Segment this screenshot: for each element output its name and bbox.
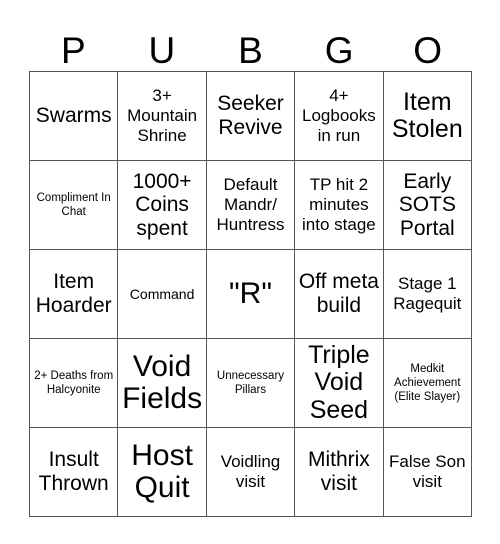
bingo-cell-label: Compliment In Chat (36, 191, 111, 218)
bingo-cell-label: 3+ Mountain Shrine (127, 86, 198, 145)
bingo-cell-label: Stage 1 Ragequit (393, 274, 462, 313)
bingo-cell-r1-c1[interactable]: Swarms (30, 72, 119, 161)
bingo-cell-label: Seeker Revive (217, 92, 284, 139)
header-letter-2: U (148, 30, 176, 71)
bingo-cell-r4-c4[interactable]: Triple Void Seed (295, 339, 384, 428)
bingo-cell-r2-c2[interactable]: 1000+ Coins spent (118, 161, 207, 250)
bingo-cell-r4-c5[interactable]: Medkit Achievement (Elite Slayer) (383, 339, 472, 428)
bingo-cell-label: Mithrix visit (307, 448, 370, 495)
bingo-cell-label: Swarms (35, 104, 112, 128)
header-letter-5: O (413, 30, 443, 71)
bingo-cell-r3-c5[interactable]: Stage 1 Ragequit (383, 250, 472, 339)
bingo-cell-r5-c2[interactable]: Host Quit (118, 428, 207, 517)
bingo-cell-r3-c4[interactable]: Off meta build (295, 250, 384, 339)
bingo-cell-r1-c2[interactable]: 3+ Mountain Shrine (118, 72, 207, 161)
bingo-cell-label: Void Fields (122, 349, 203, 415)
bingo-cell-r3-c1[interactable]: Item Hoarder (30, 250, 119, 339)
bingo-cell-r2-c1[interactable]: Compliment In Chat (30, 161, 119, 250)
bingo-cell-label: Insult Thrown (38, 448, 109, 495)
bingo-cell-r3-c3[interactable]: "R" (206, 250, 296, 339)
bingo-cell-r4-c2[interactable]: Void Fields (118, 339, 207, 428)
bingo-cell-label: Host Quit (131, 438, 193, 504)
bingo-cell-label: Off meta build (298, 270, 379, 317)
bingo-grid: Swarms 3+ Mountain Shrine Seeker Revive 4+ … (29, 71, 472, 517)
bingo-cell-label: "R" (229, 276, 272, 310)
bingo-cell-label: Early SOTS Portal (398, 169, 456, 240)
bingo-cell-label: TP hit 2 minutes into stage (302, 175, 376, 234)
bingo-card: P U B G O Swarms 3+ Mountain Shrine Seeker… (0, 0, 500, 544)
bingo-cell-r5-c4[interactable]: Mithrix visit (295, 428, 384, 517)
bingo-cell-r5-c3[interactable]: Voidling visit (206, 428, 296, 517)
bingo-cell-r5-c5[interactable]: False Son visit (383, 428, 472, 517)
bingo-cell-r3-c2[interactable]: Command (118, 250, 207, 339)
bingo-cell-r4-c3[interactable]: Unnecessary Pillars (206, 339, 296, 428)
bingo-cell-label: 4+ Logbooks in run (302, 86, 376, 145)
header-letter-4: G (324, 30, 354, 71)
bingo-cell-label: Voidling visit (220, 452, 281, 491)
bingo-cell-label: Default Mandr/ Huntress (216, 175, 285, 234)
bingo-cell-label: Item Hoarder (35, 270, 112, 317)
header-letter-1: P (60, 30, 86, 71)
bingo-cell-label: Triple Void Seed (308, 340, 370, 424)
bingo-cell-r4-c1[interactable]: 2+ Deaths from Halcyonite (30, 339, 119, 428)
bingo-cell-r1-c3[interactable]: Seeker Revive (206, 72, 296, 161)
header-letter-3: B (238, 30, 263, 71)
bingo-header-row: P U B G O (29, 22, 472, 71)
bingo-cell-r1-c4[interactable]: 4+ Logbooks in run (295, 72, 384, 161)
bingo-cell-r1-c5[interactable]: Item Stolen (383, 72, 472, 161)
bingo-cell-label: Unnecessary Pillars (216, 369, 285, 396)
bingo-cell-r5-c1[interactable]: Insult Thrown (30, 428, 119, 517)
bingo-cell-label: Item Stolen (391, 87, 463, 143)
bingo-cell-label: Medkit Achievement (Elite Slayer) (394, 362, 461, 403)
bingo-cell-r2-c3[interactable]: Default Mandr/ Huntress (206, 161, 296, 250)
bingo-cell-label: Command (129, 285, 195, 302)
bingo-cell-label: False Son visit (389, 452, 466, 491)
bingo-cell-label: 2+ Deaths from Halcyonite (34, 369, 114, 396)
bingo-cell-r2-c4[interactable]: TP hit 2 minutes into stage (295, 161, 384, 250)
bingo-cell-label: 1000+ Coins spent (132, 169, 192, 240)
bingo-cell-r2-c5[interactable]: Early SOTS Portal (383, 161, 472, 250)
